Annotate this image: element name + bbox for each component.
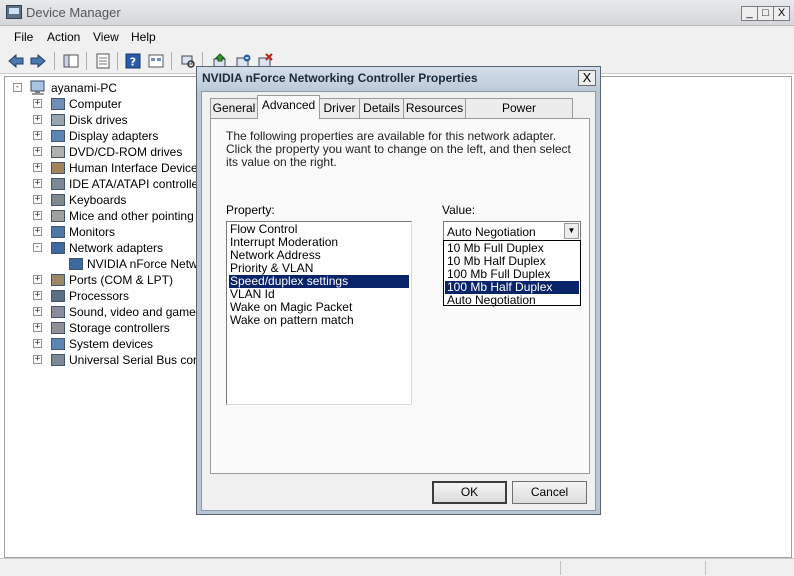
computer-root-icon [30, 80, 45, 95]
monitor-icon [51, 226, 65, 238]
tab-details[interactable]: Details [359, 98, 404, 118]
hid-icon [51, 162, 65, 174]
menu-help[interactable]: Help [131, 30, 156, 44]
expand-toggle[interactable]: + [33, 275, 42, 284]
expand-toggle[interactable]: + [33, 339, 42, 348]
tree-item-label: Human Interface Devices [69, 161, 204, 175]
view-icon[interactable] [148, 53, 164, 69]
tab-general[interactable]: General [210, 98, 258, 118]
back-arrow-icon[interactable] [8, 53, 24, 69]
value-label: Value: [442, 203, 476, 217]
dvd-drive-icon [51, 146, 65, 158]
ide-controller-icon [51, 178, 65, 190]
tab-resources[interactable]: Resources [403, 98, 466, 118]
toolbar-separator [171, 52, 172, 70]
status-bar [0, 558, 794, 576]
tree-item-label: Ports (COM & LPT) [69, 273, 174, 287]
tree-item-label: DVD/CD-ROM drives [69, 145, 183, 159]
usb-icon [51, 354, 65, 366]
expand-toggle[interactable]: + [33, 323, 42, 332]
property-list-item[interactable]: Wake on pattern match [229, 314, 409, 327]
network-adapter-icon [51, 242, 65, 254]
tab-driver[interactable]: Driver [319, 98, 360, 118]
computer-icon [51, 98, 65, 110]
advanced-tab-panel: The following properties are available f… [210, 118, 590, 474]
collapse-root-toggle[interactable]: - [13, 83, 22, 92]
status-separator [705, 561, 706, 575]
value-options-list[interactable]: 10 Mb Full Duplex 10 Mb Half Duplex 100 Mb… [443, 240, 581, 307]
expand-toggle[interactable]: + [33, 163, 42, 172]
processor-icon [51, 290, 65, 302]
mouse-icon [51, 210, 65, 222]
dialog-close-button[interactable]: X [578, 70, 596, 86]
dialog-titlebar[interactable]: NVIDIA nForce Networking Controller Prop… [197, 67, 600, 91]
collapse-toggle[interactable]: - [33, 243, 42, 252]
menu-file[interactable]: File [14, 30, 33, 44]
display-adapter-icon [51, 130, 65, 142]
window-titlebar[interactable]: Device Manager _ □ X [0, 0, 794, 26]
svg-text:?: ? [130, 56, 136, 69]
tab-advanced[interactable]: Advanced [257, 95, 320, 119]
dialog-title: NVIDIA nForce Networking Controller Prop… [202, 71, 478, 85]
forward-arrow-icon[interactable] [30, 53, 46, 69]
maximize-button[interactable]: □ [757, 6, 774, 21]
expand-toggle[interactable]: + [33, 227, 42, 236]
property-list[interactable]: Flow Control Interrupt Moderation Network … [226, 221, 412, 405]
sound-icon [51, 306, 65, 318]
properties-icon[interactable] [95, 53, 111, 69]
window-title: Device Manager [26, 5, 121, 20]
expand-toggle[interactable]: + [33, 355, 42, 364]
expand-toggle[interactable]: + [33, 147, 42, 156]
expand-toggle[interactable]: + [33, 307, 42, 316]
expand-toggle[interactable]: + [33, 179, 42, 188]
expand-toggle[interactable]: + [33, 195, 42, 204]
menu-bar: File Action View Help [0, 26, 794, 48]
storage-icon [51, 322, 65, 334]
toolbar-separator [86, 52, 87, 70]
value-option[interactable]: Auto Negotiation [445, 294, 579, 307]
keyboard-icon [51, 194, 65, 206]
menu-action[interactable]: Action [47, 30, 80, 44]
show-hide-tree-icon[interactable] [63, 53, 79, 69]
toolbar-separator [117, 52, 118, 70]
expand-toggle[interactable]: + [33, 131, 42, 140]
tree-item-label: Disk drives [69, 113, 128, 127]
tree-item-label: Computer [69, 97, 122, 111]
expand-toggle[interactable]: + [33, 99, 42, 108]
disk-drive-icon [51, 114, 65, 126]
scan-hardware-icon[interactable] [180, 53, 196, 69]
tree-item-label: Keyboards [69, 193, 127, 207]
tree-item-label: IDE ATA/ATAPI controllers [69, 177, 209, 191]
expand-toggle[interactable]: + [33, 291, 42, 300]
expand-toggle[interactable]: + [33, 115, 42, 124]
dropdown-arrow-icon[interactable]: ▼ [564, 223, 579, 239]
tree-item-label: Storage controllers [69, 321, 170, 335]
menu-view[interactable]: View [93, 30, 119, 44]
cancel-button[interactable]: Cancel [512, 481, 587, 504]
property-label: Property: [226, 203, 275, 217]
tree-item-label: Processors [69, 289, 130, 303]
tree-item-label: Display adapters [69, 129, 159, 143]
dialog-body: General Advanced Driver Details Resource… [201, 91, 596, 511]
device-manager-icon [6, 5, 22, 19]
close-button[interactable]: X [773, 6, 790, 21]
help-icon[interactable]: ? [125, 53, 141, 69]
advanced-description: The following properties are available f… [226, 129, 571, 169]
system-device-icon [51, 338, 65, 350]
toolbar-separator [54, 52, 55, 70]
port-icon [51, 274, 65, 286]
ok-button[interactable]: OK [432, 481, 507, 504]
minimize-button[interactable]: _ [741, 6, 758, 21]
value-dropdown-text: Auto Negotiation [447, 225, 536, 239]
properties-dialog: NVIDIA nForce Networking Controller Prop… [196, 66, 601, 515]
network-card-icon [69, 258, 83, 270]
status-separator [560, 561, 561, 575]
expand-toggle[interactable]: + [33, 211, 42, 220]
tab-power-management[interactable]: Power Management [465, 98, 573, 133]
tree-item-label: System devices [69, 337, 154, 351]
tree-item-label: Monitors [69, 225, 116, 239]
value-dropdown[interactable]: Auto Negotiation ▼ [443, 221, 581, 241]
tree-root-label: ayanami-PC [51, 81, 118, 95]
tree-item-label: Network adapters [69, 241, 164, 255]
